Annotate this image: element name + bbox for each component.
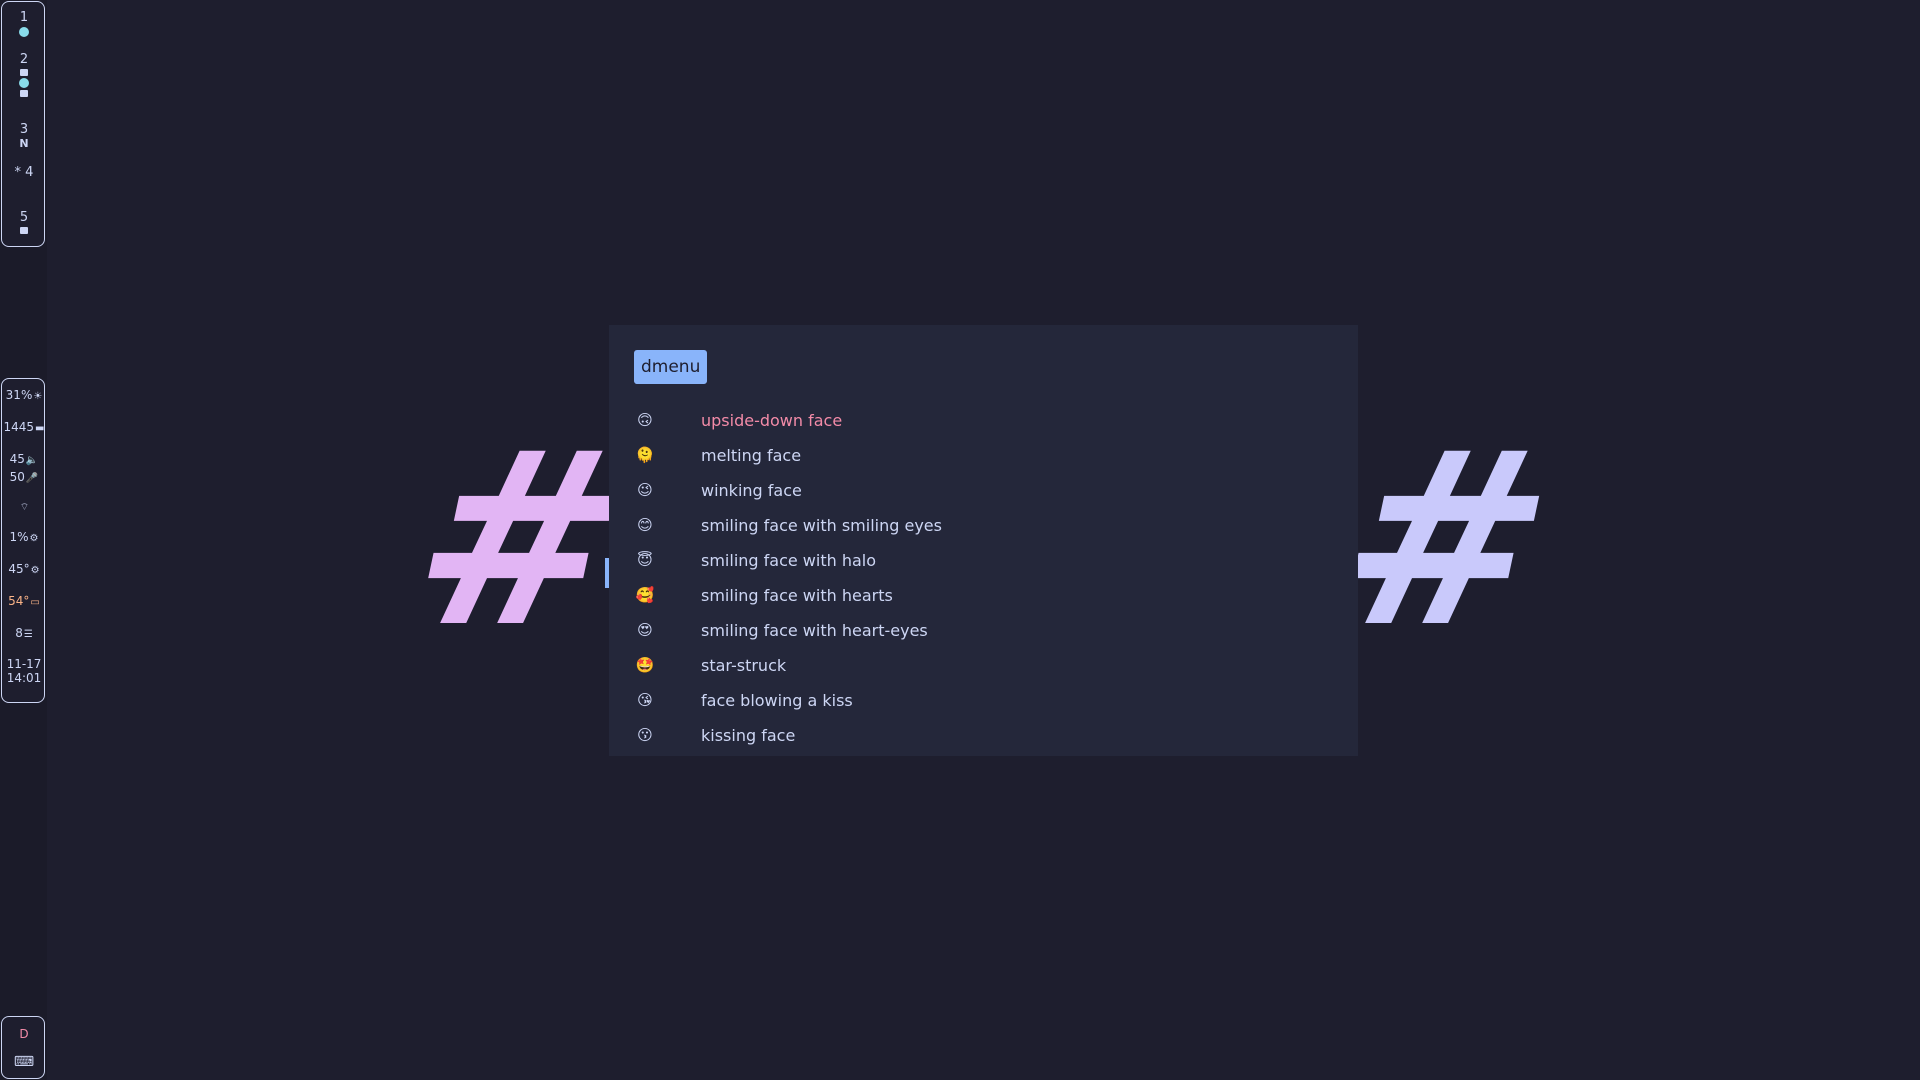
gpu-temperature-value: 54° bbox=[8, 594, 30, 608]
menu-item[interactable]: 🥰 smiling face with hearts bbox=[609, 578, 1358, 613]
chat-icon bbox=[20, 227, 28, 234]
clock[interactable]: 11-17 14:01 bbox=[2, 657, 46, 685]
gpu-temperature-indicator[interactable]: 54°▭ bbox=[2, 594, 46, 610]
temperature-icon: ⚙ bbox=[30, 565, 40, 576]
workspace-number: 2 bbox=[19, 52, 29, 67]
volume-value: 45 bbox=[9, 452, 25, 466]
menu-prompt[interactable]: dmenu bbox=[634, 350, 708, 384]
tray-module: D ⌨ bbox=[1, 1016, 45, 1079]
workspace-5[interactable]: 5 bbox=[2, 211, 46, 234]
emoji-icon: 😘 bbox=[637, 691, 653, 709]
menu-item[interactable]: 🤩 star-struck bbox=[609, 648, 1358, 683]
terminal-icon bbox=[20, 69, 28, 76]
menu-item-label: face blowing a kiss bbox=[701, 691, 853, 710]
menu-item[interactable]: 😘 face blowing a kiss bbox=[609, 683, 1358, 718]
workspace-3[interactable]: 3 N bbox=[2, 123, 46, 151]
clock-time: 14:01 bbox=[6, 671, 42, 685]
workspace-number: * 4 bbox=[14, 165, 34, 180]
brightness-value: 31% bbox=[5, 388, 33, 402]
disk-value: 1445 bbox=[3, 420, 35, 434]
menu-item-label: smiling face with heart-eyes bbox=[701, 621, 928, 640]
menu-lines-icon: ☰ bbox=[23, 629, 33, 640]
workspace-number: 3 bbox=[19, 122, 29, 137]
menu-item[interactable]: 🫠 melting face bbox=[609, 438, 1358, 473]
workspaces-module: 1 2 3 N * 4 5 bbox=[1, 1, 45, 247]
menu-item[interactable]: 😇 smiling face with halo bbox=[609, 543, 1358, 578]
notifications-count: 8 bbox=[15, 626, 23, 640]
microphone-icon: 🎤 bbox=[25, 473, 39, 484]
emoji-icon: 🫠 bbox=[635, 446, 655, 464]
menu-item-label: smiling face with smiling eyes bbox=[701, 516, 942, 535]
speaker-icon: 🔈 bbox=[25, 455, 39, 466]
workspace-2[interactable]: 2 bbox=[2, 53, 46, 97]
workspace-1[interactable]: 1 bbox=[2, 11, 46, 37]
cpu-icon: ⚙ bbox=[29, 533, 39, 544]
disk-indicator[interactable]: 1445▬ bbox=[2, 420, 46, 436]
workspace-4[interactable]: * 4 bbox=[2, 166, 46, 180]
workspace-number: 1 bbox=[19, 10, 29, 25]
emoji-icon: 😊 bbox=[637, 516, 653, 534]
emoji-icon: 🤩 bbox=[635, 656, 655, 674]
temperature-value: 45° bbox=[8, 562, 30, 576]
cpu-value: 1% bbox=[9, 530, 29, 544]
browser-icon bbox=[19, 27, 29, 37]
emoji-icon: 🥰 bbox=[635, 586, 655, 604]
menu-item[interactable]: 😗 kissing face bbox=[609, 718, 1358, 753]
keyboard-layout[interactable]: D bbox=[2, 1027, 46, 1041]
emoji-icon: 😉 bbox=[637, 481, 653, 499]
menu-item-label: star-struck bbox=[701, 656, 787, 675]
mic-indicator[interactable]: 50🎤 bbox=[2, 470, 46, 486]
menu-item-label: smiling face with halo bbox=[701, 551, 877, 570]
menu-item[interactable]: 😊 smiling face with smiling eyes bbox=[609, 508, 1358, 543]
menu-item-label: kissing face bbox=[701, 726, 796, 745]
emoji-picker-menu: dmenu 🙃 upside-down face 🫠 melting face … bbox=[609, 325, 1358, 756]
menu-item-label: smiling face with hearts bbox=[701, 586, 893, 605]
workspace-number: 5 bbox=[19, 210, 29, 225]
menu-item[interactable]: 😍 smiling face with heart-eyes bbox=[609, 613, 1358, 648]
menu-item[interactable]: 😉 winking face bbox=[609, 473, 1358, 508]
emoji-icon: 😗 bbox=[637, 726, 653, 744]
emoji-icon: 😇 bbox=[637, 551, 653, 569]
cpu-indicator[interactable]: 1%⚙ bbox=[2, 530, 46, 546]
menu-item-label: winking face bbox=[701, 481, 802, 500]
browser-icon bbox=[19, 78, 29, 88]
emoji-icon: 🙃 bbox=[637, 411, 653, 429]
emoji-icon: 😍 bbox=[637, 621, 653, 639]
wifi-icon: ⌔ bbox=[19, 502, 30, 513]
brightness-icon: ☀ bbox=[33, 391, 43, 402]
menu-item-label: melting face bbox=[701, 446, 802, 465]
monitor-icon: ▭ bbox=[30, 597, 40, 608]
disk-icon: ▬ bbox=[35, 423, 45, 434]
notes-app-icon: N bbox=[19, 137, 29, 150]
clock-date: 11-17 bbox=[6, 657, 42, 671]
notifications-indicator[interactable]: 8☰ bbox=[2, 626, 46, 642]
wifi-indicator[interactable]: ⌔ bbox=[2, 499, 46, 515]
menu-item[interactable]: 🙃 upside-down face bbox=[609, 403, 1358, 438]
volume-indicator[interactable]: 45🔈 bbox=[2, 452, 46, 468]
temperature-indicator[interactable]: 45°⚙ bbox=[2, 562, 46, 578]
status-module: 31%☀ 1445▬ 45🔈 50🎤 ⌔ 1%⚙ 45°⚙ 54°▭ 8☰ 11… bbox=[1, 378, 45, 703]
keyboard-icon[interactable]: ⌨ bbox=[2, 1055, 46, 1069]
brightness-indicator[interactable]: 31%☀ bbox=[2, 388, 46, 404]
menu-item-label: upside-down face bbox=[701, 411, 843, 430]
mic-value: 50 bbox=[9, 470, 25, 484]
terminal-icon bbox=[20, 90, 28, 97]
